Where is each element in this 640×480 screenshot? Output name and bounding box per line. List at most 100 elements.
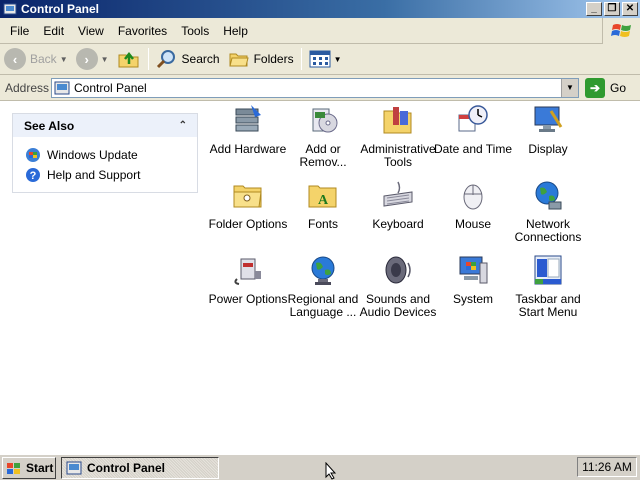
back-arrow-icon: ‹ <box>4 48 26 70</box>
add-hardware-item[interactable]: Add Hardware <box>208 103 288 156</box>
item-label: Regional and Language ... <box>287 292 359 319</box>
views-dropdown-icon[interactable]: ▼ <box>334 55 342 64</box>
help-icon: ? <box>26 168 40 182</box>
network-connections-icon <box>535 181 562 210</box>
forward-button[interactable]: › ▼ <box>72 46 113 72</box>
maximize-button[interactable]: ❐ <box>604 2 620 16</box>
display-icon <box>534 106 563 132</box>
item-label: Folder Options <box>208 217 288 231</box>
taskbar-window-label: Control Panel <box>87 460 166 475</box>
sounds-audio-item[interactable]: Sounds and Audio Devices <box>358 253 438 319</box>
taskbar: Start Control Panel 11:26 AM <box>0 454 640 480</box>
menu-help[interactable]: Help <box>216 21 255 41</box>
control-panel-icon <box>3 3 17 15</box>
system-item[interactable]: System <box>433 253 513 306</box>
help-support-label: Help and Support <box>47 168 141 182</box>
start-button[interactable]: Start <box>2 456 56 479</box>
fonts-item[interactable]: A Fonts <box>283 178 363 231</box>
windows-update-icon <box>26 148 40 162</box>
network-connections-item[interactable]: Network Connections <box>508 178 588 244</box>
go-button[interactable]: ➔ Go <box>585 77 626 98</box>
keyboard-item[interactable]: Keyboard <box>358 178 438 231</box>
date-time-item[interactable]: Date and Time <box>433 103 513 156</box>
menu-edit[interactable]: Edit <box>36 21 71 41</box>
control-panel-icon <box>66 461 82 474</box>
forward-arrow-icon: › <box>75 48 98 70</box>
keyboard-icon <box>383 181 413 207</box>
address-label: Address <box>5 80 50 95</box>
folder-options-item[interactable]: Folder Options <box>208 178 288 231</box>
content-pane: See Also ⌃ Windows Update ? Help and Sup… <box>0 101 640 454</box>
power-options-icon <box>234 258 261 285</box>
item-label: Network Connections <box>514 217 582 244</box>
menu-bar: File Edit View Favorites Tools Help <box>0 18 640 44</box>
item-label: Add Hardware <box>209 142 287 156</box>
forward-dropdown-icon[interactable]: ▼ <box>101 55 109 64</box>
menu-file[interactable]: File <box>0 21 36 41</box>
up-folder-button[interactable] <box>113 46 145 72</box>
see-also-header[interactable]: See Also ⌃ <box>13 114 197 137</box>
system-clock[interactable]: 11:26 AM <box>577 457 637 477</box>
collapse-chevron-icon[interactable]: ⌃ <box>179 120 187 131</box>
views-button[interactable]: ▼ <box>305 46 346 72</box>
windows-update-label: Windows Update <box>47 148 138 162</box>
window-title: Control Panel <box>21 2 100 16</box>
back-label: Back <box>30 52 57 66</box>
item-label: Keyboard <box>372 217 424 231</box>
close-button[interactable]: ✕ <box>622 2 638 16</box>
search-label: Search <box>181 52 220 66</box>
address-dropdown-icon[interactable]: ▼ <box>561 78 578 97</box>
item-label: Date and Time <box>433 142 513 156</box>
mouse-item[interactable]: Mouse <box>433 178 513 231</box>
add-remove-programs-item[interactable]: Add or Remov... <box>283 103 363 169</box>
help-support-link[interactable]: ? Help and Support <box>25 165 197 185</box>
regional-language-icon <box>311 256 335 285</box>
sounds-audio-icon <box>385 256 411 284</box>
go-arrow-icon: ➔ <box>585 77 605 98</box>
item-label: Fonts <box>307 217 338 231</box>
item-label: Add or Remov... <box>299 142 347 169</box>
svg-text:A: A <box>318 193 329 208</box>
title-bar[interactable]: Control Panel _ ❐ ✕ <box>0 0 640 18</box>
item-label: Sounds and Audio Devices <box>359 292 437 319</box>
regional-language-item[interactable]: Regional and Language ... <box>283 253 363 319</box>
folders-icon <box>228 53 249 67</box>
minimize-button[interactable]: _ <box>586 2 602 16</box>
toolbar-separator <box>300 48 302 70</box>
windows-update-link[interactable]: Windows Update <box>25 145 197 165</box>
mouse-icon <box>463 184 483 210</box>
taskbar-window-button[interactable]: Control Panel <box>61 456 219 479</box>
item-label: System <box>452 292 493 306</box>
folder-options-icon <box>233 185 262 208</box>
taskbar-start-menu-icon <box>534 255 562 285</box>
display-item[interactable]: Display <box>508 103 588 156</box>
address-value: Control Panel <box>74 80 147 95</box>
menu-favorites[interactable]: Favorites <box>111 21 174 41</box>
add-remove-programs-icon <box>312 108 338 133</box>
see-also-panel: See Also ⌃ Windows Update ? Help and Sup… <box>12 113 198 193</box>
start-label: Start <box>26 460 54 475</box>
see-also-title: See Also <box>24 118 75 133</box>
taskbar-start-menu-item[interactable]: Taskbar and Start Menu <box>508 253 588 319</box>
item-label: Mouse <box>454 217 492 231</box>
folders-button[interactable]: Folders <box>224 46 298 72</box>
menu-view[interactable]: View <box>71 21 111 41</box>
system-icon <box>459 256 488 284</box>
search-button[interactable]: Search <box>152 46 224 72</box>
toolbar: ‹ Back ▼ › ▼ Search Folders ▼ <box>0 44 640 75</box>
back-button[interactable]: ‹ Back ▼ <box>0 46 72 72</box>
power-options-item[interactable]: Power Options <box>208 253 288 306</box>
item-label: Power Options <box>208 292 288 306</box>
folders-label: Folders <box>253 52 294 66</box>
windows-flag-icon <box>7 462 20 474</box>
address-input[interactable]: Control Panel ▼ <box>51 77 579 98</box>
administrative-tools-item[interactable]: Administrative Tools <box>358 103 438 169</box>
menu-tools[interactable]: Tools <box>174 21 216 41</box>
views-icon <box>309 50 331 68</box>
windows-logo-icon <box>602 18 640 44</box>
date-time-icon <box>458 105 488 132</box>
item-label: Taskbar and Start Menu <box>515 292 581 319</box>
back-dropdown-icon[interactable]: ▼ <box>60 55 68 64</box>
svg-text:?: ? <box>30 170 37 182</box>
toolbar-separator <box>147 48 149 70</box>
